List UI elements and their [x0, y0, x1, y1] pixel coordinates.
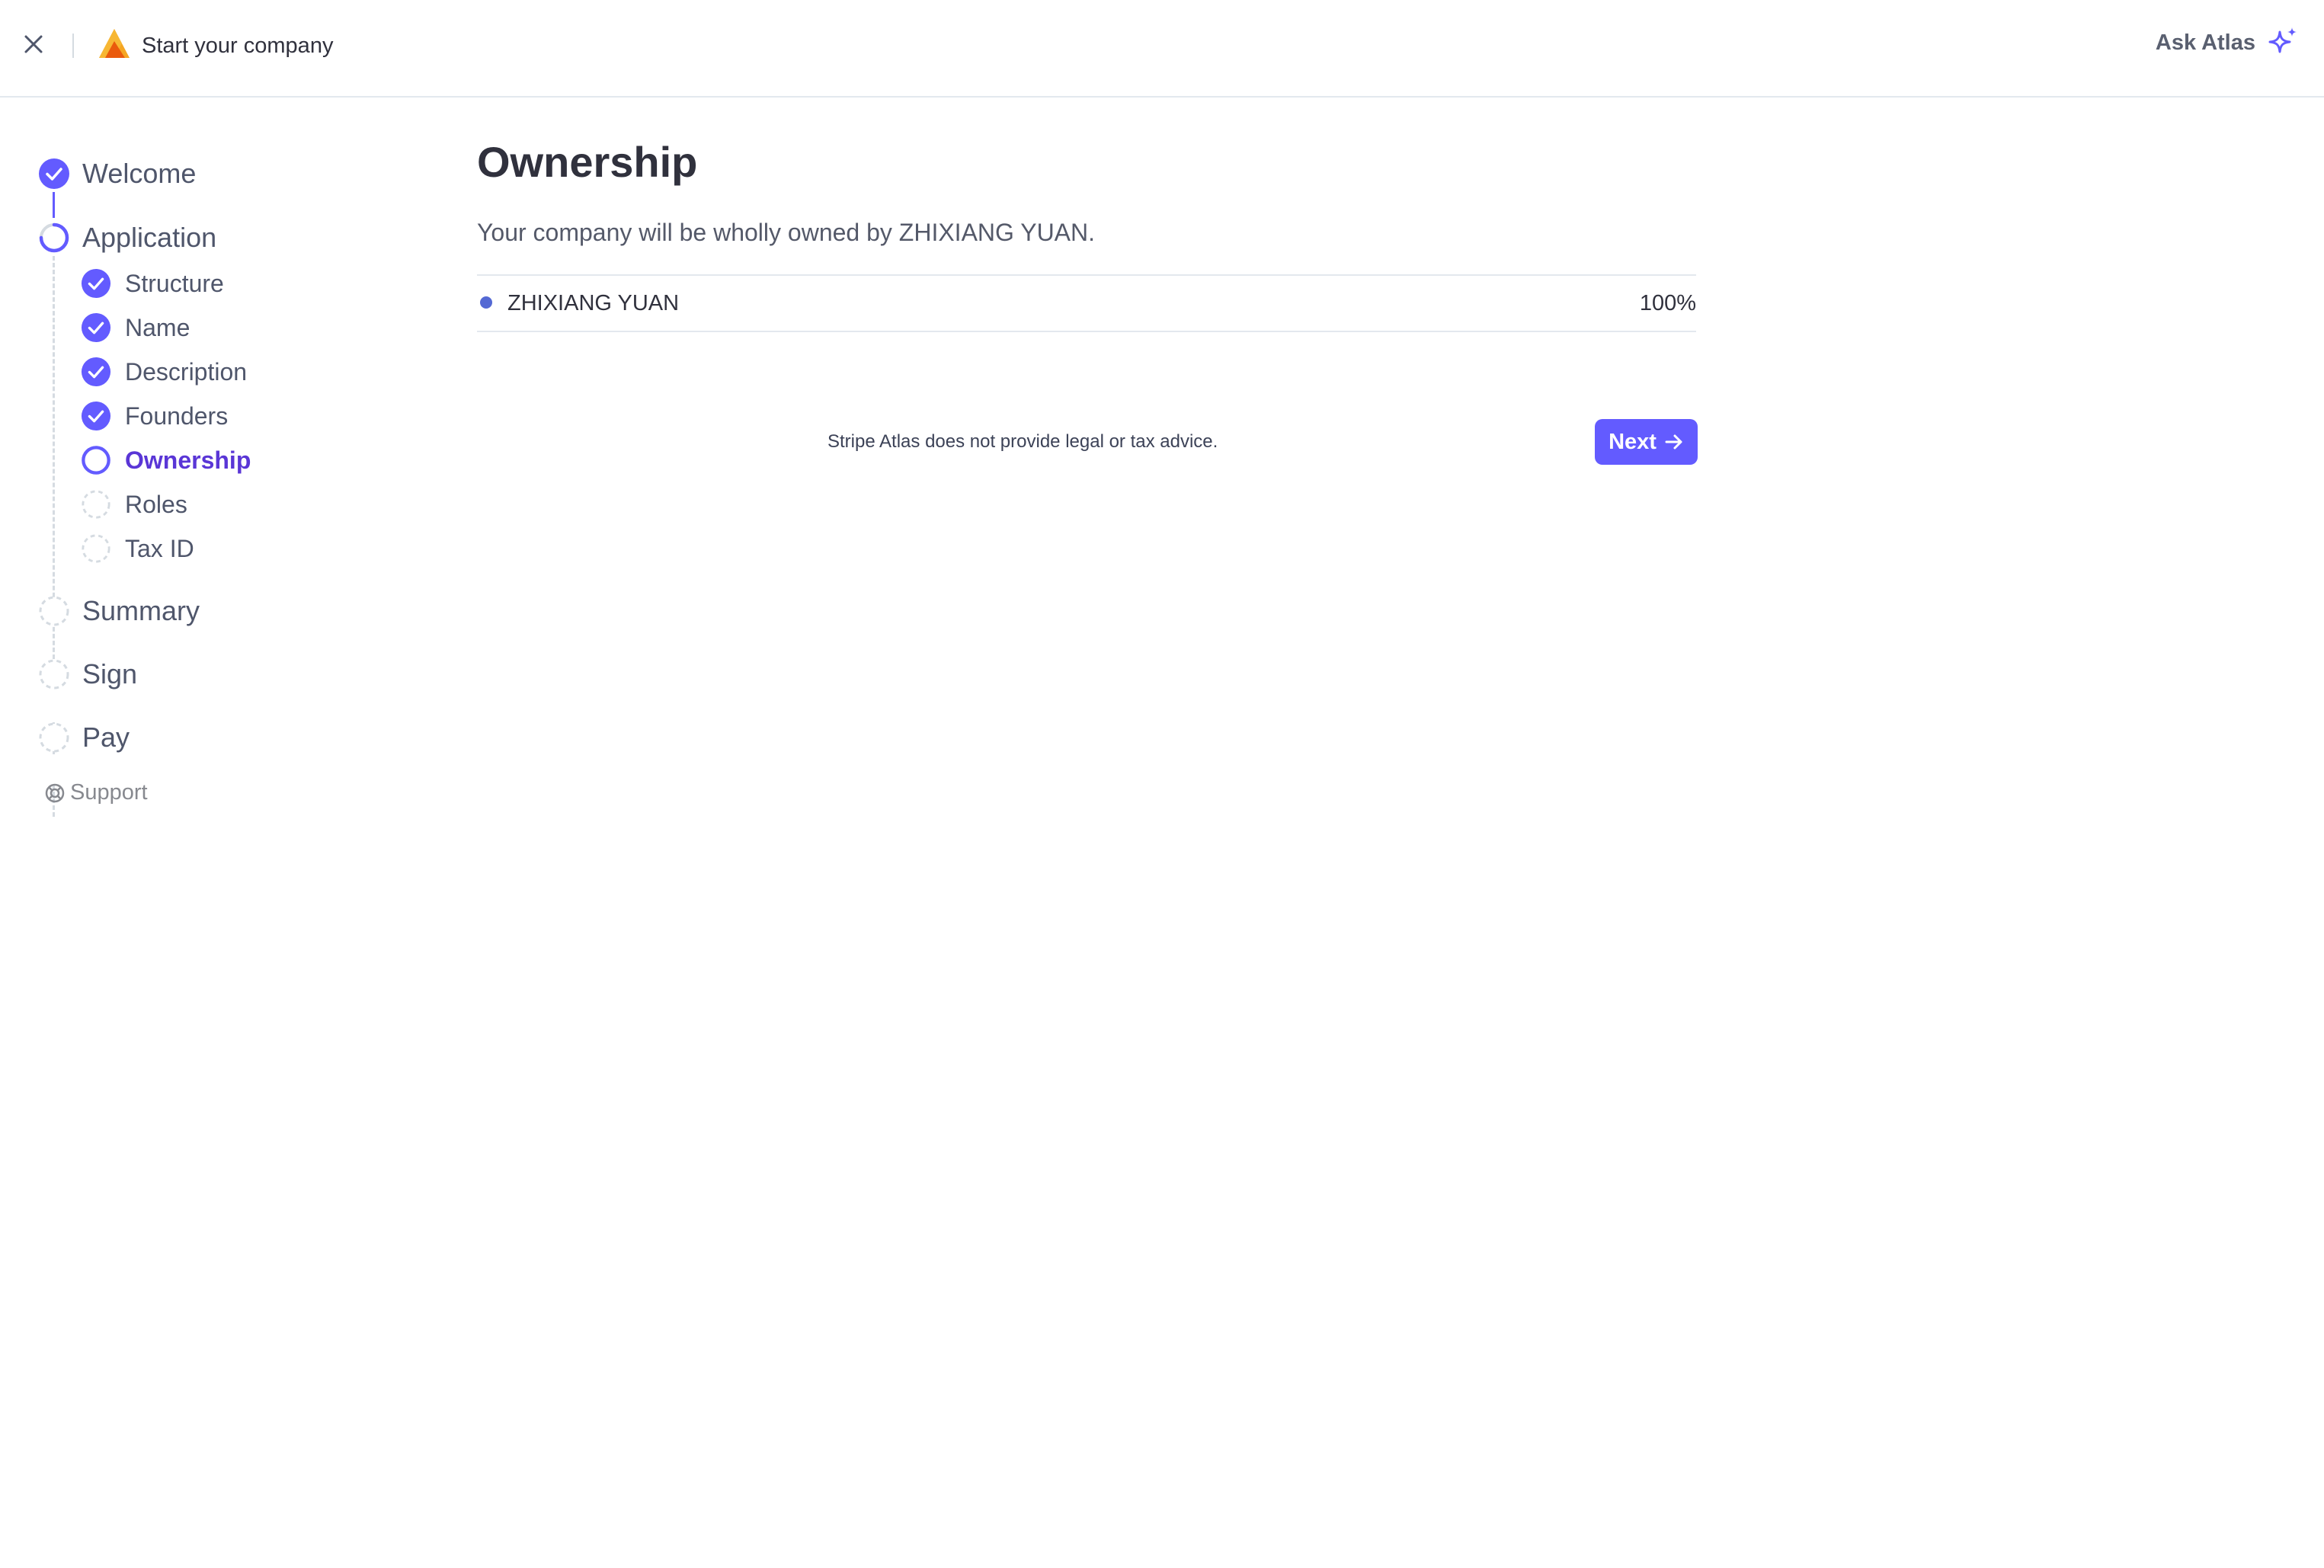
substep-tax-id[interactable]: Tax ID — [81, 533, 194, 564]
arrow-right-icon — [1665, 434, 1682, 450]
page-description: Your company will be wholly owned by ZHI… — [477, 219, 1096, 246]
pending-circle-icon — [82, 490, 110, 519]
page-title: Ownership — [477, 138, 698, 186]
topbar-divider — [72, 34, 74, 58]
substep-label: Founders — [125, 402, 229, 430]
support-link[interactable]: Support — [44, 780, 148, 805]
lifebuoy-icon — [45, 783, 65, 802]
table-row: ZHIXIANG YUAN 100% — [477, 276, 1696, 331]
substep-label: Description — [125, 358, 248, 386]
check-circle-icon — [81, 401, 111, 431]
ask-atlas-button[interactable]: Ask Atlas — [2156, 26, 2300, 59]
substep-structure[interactable]: Structure — [81, 268, 224, 299]
pending-circle-icon — [82, 534, 110, 563]
owners-table: ZHIXIANG YUAN 100% — [477, 274, 1696, 332]
substep-founders[interactable]: Founders — [81, 401, 228, 431]
step-summary[interactable]: Summary — [38, 594, 200, 628]
close-button[interactable] — [20, 30, 47, 58]
step-welcome[interactable]: Welcome — [38, 157, 196, 190]
next-label: Next — [1609, 429, 1657, 454]
substep-label: Structure — [125, 270, 224, 297]
step-pay[interactable]: Pay — [38, 721, 130, 754]
substep-label: Roles — [125, 491, 187, 518]
next-button[interactable]: Next — [1595, 419, 1698, 465]
substep-label: Tax ID — [125, 535, 194, 562]
legal-disclaimer: Stripe Atlas does not provide legal or t… — [827, 431, 1218, 452]
step-label: Application — [82, 222, 217, 253]
pending-circle-icon — [39, 659, 69, 690]
progress-ring-icon — [39, 222, 69, 253]
substep-roles[interactable]: Roles — [81, 489, 187, 520]
step-label: Summary — [82, 595, 200, 626]
owner-color-dot — [480, 296, 492, 309]
check-circle-icon — [81, 357, 111, 387]
step-label: Pay — [82, 722, 130, 753]
step-application[interactable]: Application — [38, 221, 216, 254]
close-icon — [24, 35, 43, 53]
owner-percent: 100% — [1639, 291, 1696, 315]
check-circle-icon — [81, 268, 111, 299]
current-step-ring-icon — [82, 446, 110, 475]
substep-label: Ownership — [125, 446, 251, 474]
step-label: Welcome — [82, 158, 197, 189]
pending-circle-icon — [39, 722, 69, 753]
owner-name: ZHIXIANG YUAN — [507, 291, 680, 315]
app-title: Start your company — [142, 34, 334, 58]
step-label: Sign — [82, 658, 138, 690]
sparkle-icon — [2268, 27, 2297, 53]
substep-ownership[interactable]: Ownership — [81, 445, 251, 475]
check-circle-icon — [81, 312, 111, 343]
substep-description[interactable]: Description — [81, 357, 247, 387]
substep-label: Name — [125, 314, 190, 341]
ask-atlas-label: Ask Atlas — [2155, 30, 2255, 55]
check-circle-icon — [39, 158, 69, 189]
progress-sidebar: Welcome Application Structure Name Descr… — [0, 98, 427, 936]
top-bar: Start your company Ask Atlas — [0, 0, 2324, 98]
atlas-logo — [99, 29, 130, 58]
step-sign[interactable]: Sign — [38, 658, 137, 691]
substep-name[interactable]: Name — [81, 312, 190, 343]
pending-circle-icon — [39, 596, 69, 626]
support-label: Support — [70, 780, 148, 805]
progress-line-complete — [53, 192, 55, 218]
